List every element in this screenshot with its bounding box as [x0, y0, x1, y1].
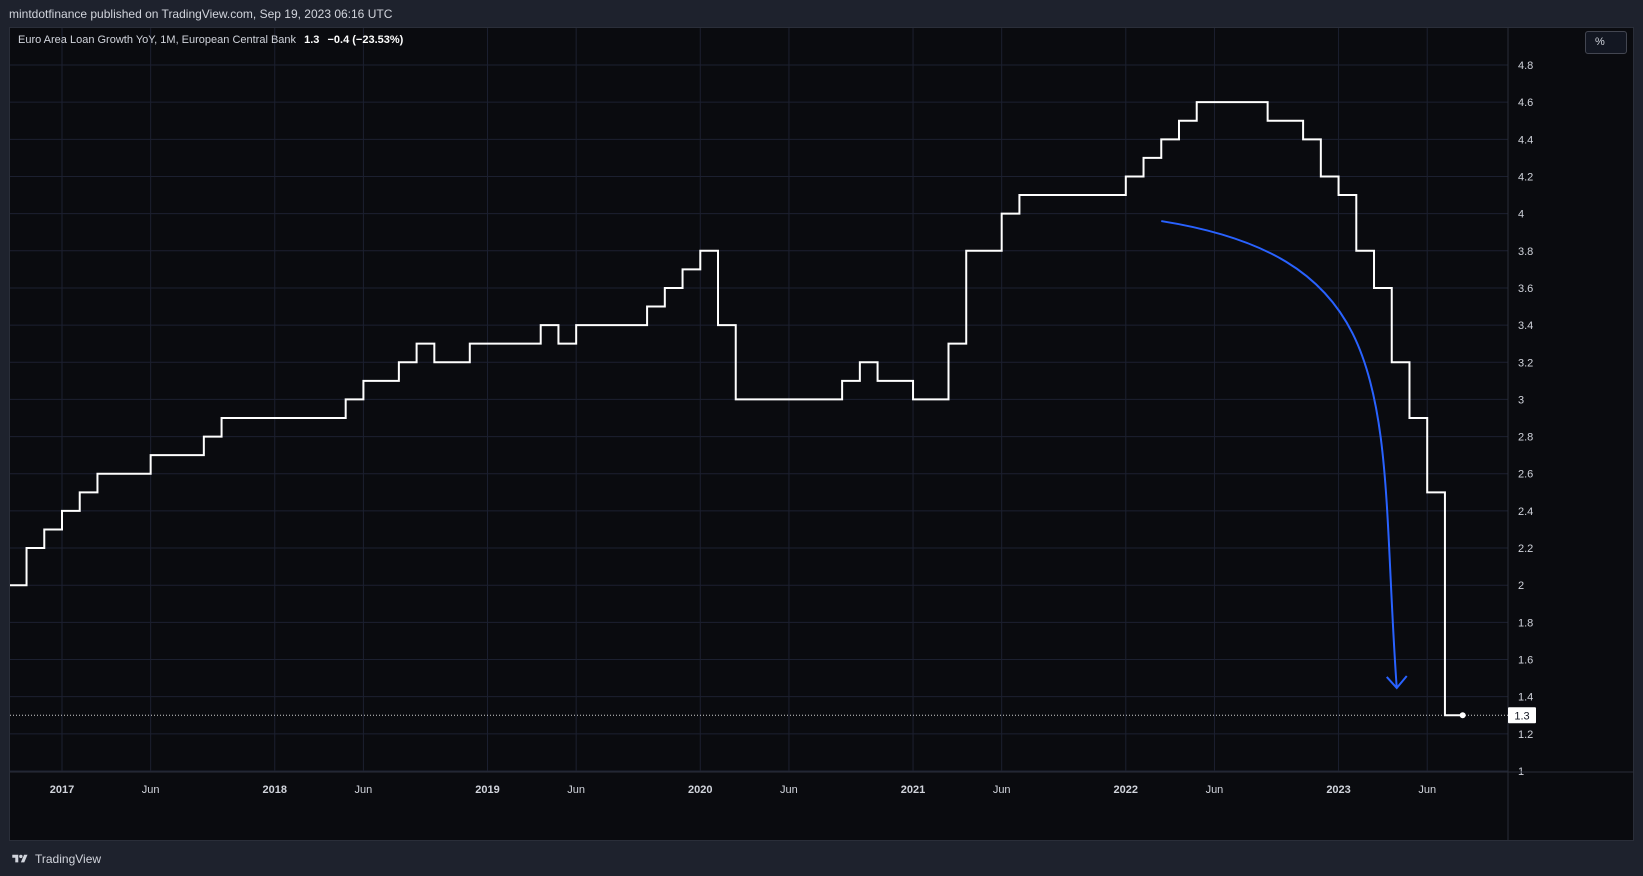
- last-value-marker: [1459, 712, 1466, 719]
- x-tick-label: Jun: [780, 784, 798, 796]
- footer: TradingView: [0, 841, 1643, 876]
- x-tick-label: 2019: [475, 784, 499, 796]
- series-legend: Euro Area Loan Growth YoY, 1M, European …: [18, 34, 403, 46]
- change-value: −0.4 (−23.53%): [327, 34, 404, 46]
- y-tick-label: 2.2: [1518, 543, 1533, 555]
- x-tick-label: Jun: [1418, 784, 1436, 796]
- x-tick-label: 2020: [688, 784, 712, 796]
- x-tick-label: Jun: [355, 784, 373, 796]
- x-tick-label: Jun: [567, 784, 585, 796]
- chart-background: [10, 28, 1633, 840]
- series-label: Euro Area Loan Growth YoY, 1M, European …: [18, 34, 297, 46]
- x-tick-label: Jun: [142, 784, 160, 796]
- y-tick-label: 2: [1518, 580, 1524, 592]
- chart-canvas[interactable]: 11.21.41.61.822.22.42.62.833.23.43.63.84…: [10, 28, 1634, 841]
- chart-pane[interactable]: 1 1.2 1.4 1.6 1.8 2 2.2 2.4 2.6 2.8 3 3.2 3.4 3.6 3.8 4…: [9, 27, 1634, 841]
- y-tick-label: 4.8: [1518, 60, 1533, 72]
- y-tick-label: 3.2: [1518, 357, 1533, 369]
- y-tick-label: 4.2: [1518, 171, 1533, 183]
- y-tick-label: 3: [1518, 394, 1524, 406]
- y-tick-label: 3.6: [1518, 283, 1533, 295]
- y-tick-label: 4.4: [1518, 134, 1533, 146]
- y-tick-label: 1.8: [1518, 617, 1533, 629]
- y-tick-label: 1.6: [1518, 655, 1533, 667]
- x-tick-label: Jun: [1206, 784, 1224, 796]
- brand-label: TradingView: [35, 852, 102, 866]
- x-tick-label: 2022: [1114, 784, 1138, 796]
- x-tick-label: 2017: [50, 784, 74, 796]
- x-tick-label: 2018: [263, 784, 287, 796]
- x-tick-label: Jun: [993, 784, 1011, 796]
- y-tick-label: 4: [1518, 209, 1524, 221]
- y-tick-label: 1.4: [1518, 692, 1533, 704]
- y-tick-label: 2.6: [1518, 469, 1533, 481]
- y-tick-label: 2.4: [1518, 506, 1533, 518]
- tradingview-brand[interactable]: TradingView: [10, 852, 101, 866]
- y-tick-label: 3.8: [1518, 246, 1533, 258]
- y-tick-label: 2.8: [1518, 432, 1533, 444]
- unit-toggle-button[interactable]: %: [1585, 31, 1627, 54]
- tradingview-logo-icon: [12, 854, 28, 863]
- published-text: mintdotfinance published on TradingView.…: [9, 7, 393, 21]
- y-tick-label: 3.4: [1518, 320, 1533, 332]
- published-header: mintdotfinance published on TradingView.…: [0, 0, 1643, 27]
- last-value: 1.3: [304, 34, 320, 46]
- y-tick-label: 1.2: [1518, 729, 1533, 741]
- x-tick-label: 2023: [1326, 784, 1350, 796]
- x-tick-label: 2021: [901, 784, 925, 796]
- last-value-tag-label: 1.3: [1514, 710, 1529, 722]
- y-tick-label: 4.6: [1518, 97, 1533, 109]
